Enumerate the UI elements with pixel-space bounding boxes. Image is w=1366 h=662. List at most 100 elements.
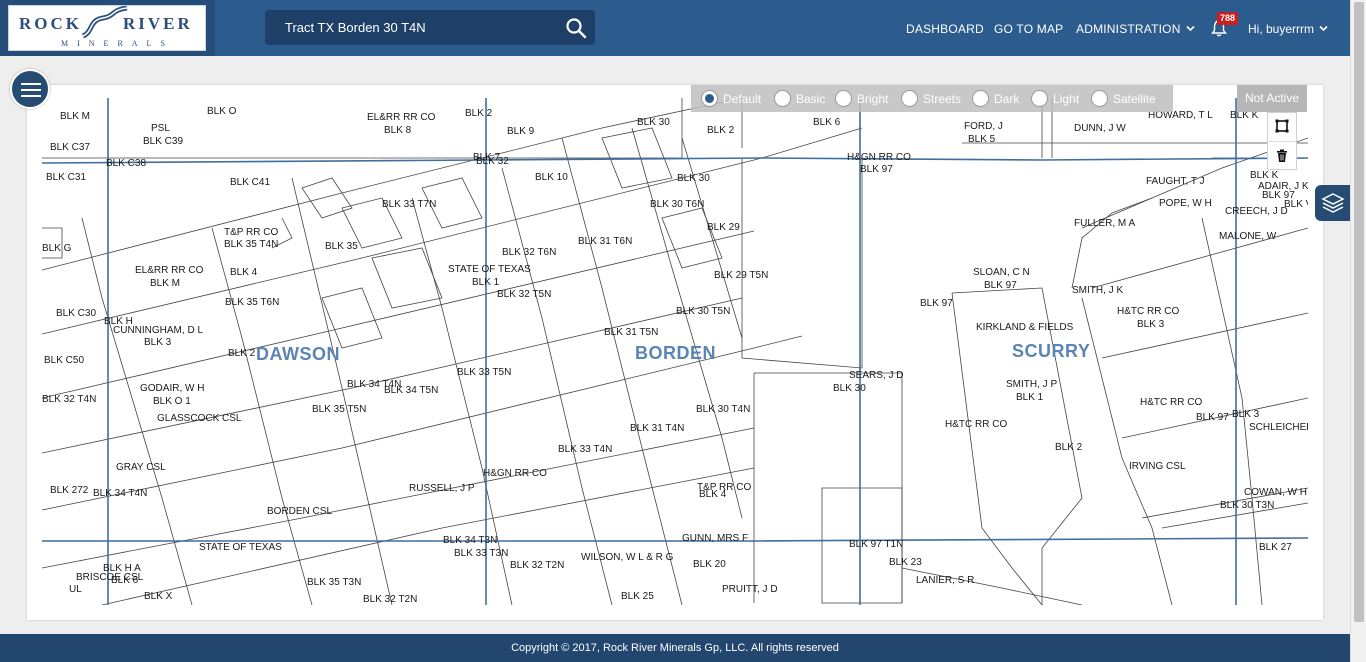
user-menu[interactable]: Hi, buyerrrm <box>1248 22 1328 36</box>
parcel-label: WILSON, W L & R G <box>581 552 674 563</box>
map-menu-button[interactable] <box>10 69 50 109</box>
nav-administration-label: ADMINISTRATION <box>1076 22 1181 36</box>
parcel-label: BLK 10 <box>535 172 568 183</box>
basemap-option-streets[interactable]: Streets <box>901 90 966 107</box>
parcel-label: BLK 34 T4N <box>347 379 402 390</box>
nav-dashboard[interactable]: DASHBOARD <box>906 22 984 36</box>
parcel-label: BLK O 1 <box>153 396 191 407</box>
county-label-borden: BORDEN <box>635 343 717 363</box>
parcel-label: BLK 32 T2N <box>363 594 418 605</box>
parcel-label: BLK 32 T2N <box>510 560 565 571</box>
drawing-status: Not Active <box>1237 85 1307 112</box>
parcel-label: BLK C50 <box>44 355 85 366</box>
page-scrollbar[interactable] <box>1350 0 1366 662</box>
trash-icon[interactable] <box>1275 149 1289 163</box>
parcel-label: BLK 30 T6N <box>650 199 705 210</box>
parcel-label: KIRKLAND & FIELDS <box>976 322 1074 333</box>
chevron-down-icon <box>1186 25 1195 32</box>
parcel-label: STATE OF TEXAS <box>199 542 282 553</box>
parcel-label: BLK 30 <box>637 117 670 128</box>
layers-button[interactable] <box>1315 185 1350 221</box>
radio-icon[interactable] <box>1091 90 1108 107</box>
parcel-label: BLK V <box>1284 199 1308 210</box>
logo-word-river: RIVER <box>123 14 193 33</box>
radio-icon[interactable] <box>972 90 989 107</box>
parcel-label: BLK 2 <box>707 125 735 136</box>
toolbar-divider <box>1268 141 1296 142</box>
radio-icon[interactable] <box>1031 90 1048 107</box>
search-box[interactable]: Tract TX Borden 30 T4N <box>265 10 595 45</box>
basemap-label: Dark <box>994 92 1020 106</box>
basemap-switcher: Default Basic Bright Streets Dark Light … <box>691 85 1173 112</box>
parcel-label: BLK 25 <box>621 591 654 602</box>
parcel-label: BLK 2 <box>228 348 256 359</box>
parcel-label: FAUGHT, T J <box>1146 176 1205 187</box>
parcel-label: BLK 3 <box>1137 319 1165 330</box>
parcel-label: BLK 33 T7N <box>382 199 437 210</box>
logo-container[interactable]: ROCK RIVER MINERALS <box>0 0 215 56</box>
parcel-label: GRAY CSL <box>116 462 166 473</box>
parcel-label: H&TC RR CO <box>945 419 1008 430</box>
nav-administration[interactable]: ADMINISTRATION <box>1076 22 1195 36</box>
parcel-label: BLK C31 <box>46 172 87 183</box>
basemap-label: Default <box>723 92 762 106</box>
parcel-label: BLK 5 <box>968 134 996 145</box>
parcel-label: BLK 30 <box>677 173 710 184</box>
parcel-label: BLK 35 T5N <box>312 404 367 415</box>
parcel-label: IRVING CSL <box>1129 461 1186 472</box>
parcel-label: BLK 1 <box>1016 392 1044 403</box>
parcel-label: STATE OF TEXAS <box>448 264 531 275</box>
copyright-text: Copyright © 2017, Rock River Minerals Gp… <box>511 642 839 654</box>
parcel-label: BLK 2 <box>1055 442 1083 453</box>
scrollbar-thumb[interactable] <box>1354 2 1364 622</box>
parcel-label: BLK 3 <box>1232 409 1260 420</box>
basemap-label: Streets <box>923 92 962 106</box>
parcel-label: UL <box>69 584 82 595</box>
parcel-label: BLK 33 T5N <box>457 367 512 378</box>
radio-icon[interactable] <box>901 90 918 107</box>
parcel-label: GODAIR, W H <box>140 383 205 394</box>
parcel-label: H&GN RR CO <box>483 468 547 479</box>
parcel-label: BLK X <box>144 591 173 602</box>
hamburger-menu-icon <box>21 95 41 97</box>
parcel-label: SMITH, J K <box>1072 285 1124 296</box>
parcel-label: BLK 9 <box>507 126 535 137</box>
basemap-option-dark[interactable]: Dark <box>972 90 1022 107</box>
search-icon[interactable] <box>565 17 587 39</box>
parcel-label: BLK 31 T6N <box>578 236 633 247</box>
parcel-label: GLASSCOCK CSL <box>157 413 242 424</box>
basemap-option-satellite[interactable]: Satellite <box>1091 90 1163 107</box>
parcel-label: GUNN, MRS F <box>682 533 749 544</box>
nav-go-to-map[interactable]: GO TO MAP <box>994 22 1063 36</box>
parcel-label: PRUITT, J D <box>722 584 778 595</box>
parcel-label: BLK 6 <box>813 117 841 128</box>
rock-river-logo[interactable]: ROCK RIVER MINERALS <box>8 5 206 51</box>
parcel-label: SLOAN, C N <box>973 267 1030 278</box>
parcel-label: FORD, J <box>964 121 1003 132</box>
basemap-option-light[interactable]: Light <box>1031 90 1083 107</box>
parcel-label: BLK 30 T5N <box>676 306 731 317</box>
basemap-option-basic[interactable]: Basic <box>774 90 829 107</box>
footer: Copyright © 2017, Rock River Minerals Gp… <box>0 634 1350 662</box>
parcel-label: H&TC RR CO <box>1117 306 1180 317</box>
basemap-label: Satellite <box>1113 92 1156 106</box>
parcel-label: SEARS, J D <box>849 370 904 381</box>
radio-icon[interactable] <box>774 90 791 107</box>
parcel-label: EL&RR RR CO <box>135 265 204 276</box>
parcel-label: BLK 30 T3N <box>1220 500 1275 511</box>
map-canvas[interactable]: BLK M BLK O EL&RR RR CO BLK 8 BLK 2 BLK … <box>42 98 1308 605</box>
square-draw-icon[interactable] <box>1275 119 1289 133</box>
parcel-label: RUSSELL, J P <box>409 483 475 494</box>
parcel-label: BLK 272 <box>50 485 89 496</box>
radio-icon[interactable] <box>835 90 852 107</box>
basemap-option-default[interactable]: Default <box>701 90 766 107</box>
parcel-label: BLK C38 <box>106 158 147 169</box>
basemap-option-bright[interactable]: Bright <box>835 90 895 107</box>
parcel-label: BLK 31 T4N <box>630 423 685 434</box>
parcel-label: T&P RR CO <box>224 227 279 238</box>
parcel-label: BLK C30 <box>56 308 97 319</box>
radio-icon[interactable] <box>701 90 718 107</box>
parcel-label: POPE, W H <box>1159 198 1212 209</box>
parcel-label: BRISCOE CSL <box>76 572 144 583</box>
search-input[interactable]: Tract TX Borden 30 T4N <box>285 20 426 35</box>
